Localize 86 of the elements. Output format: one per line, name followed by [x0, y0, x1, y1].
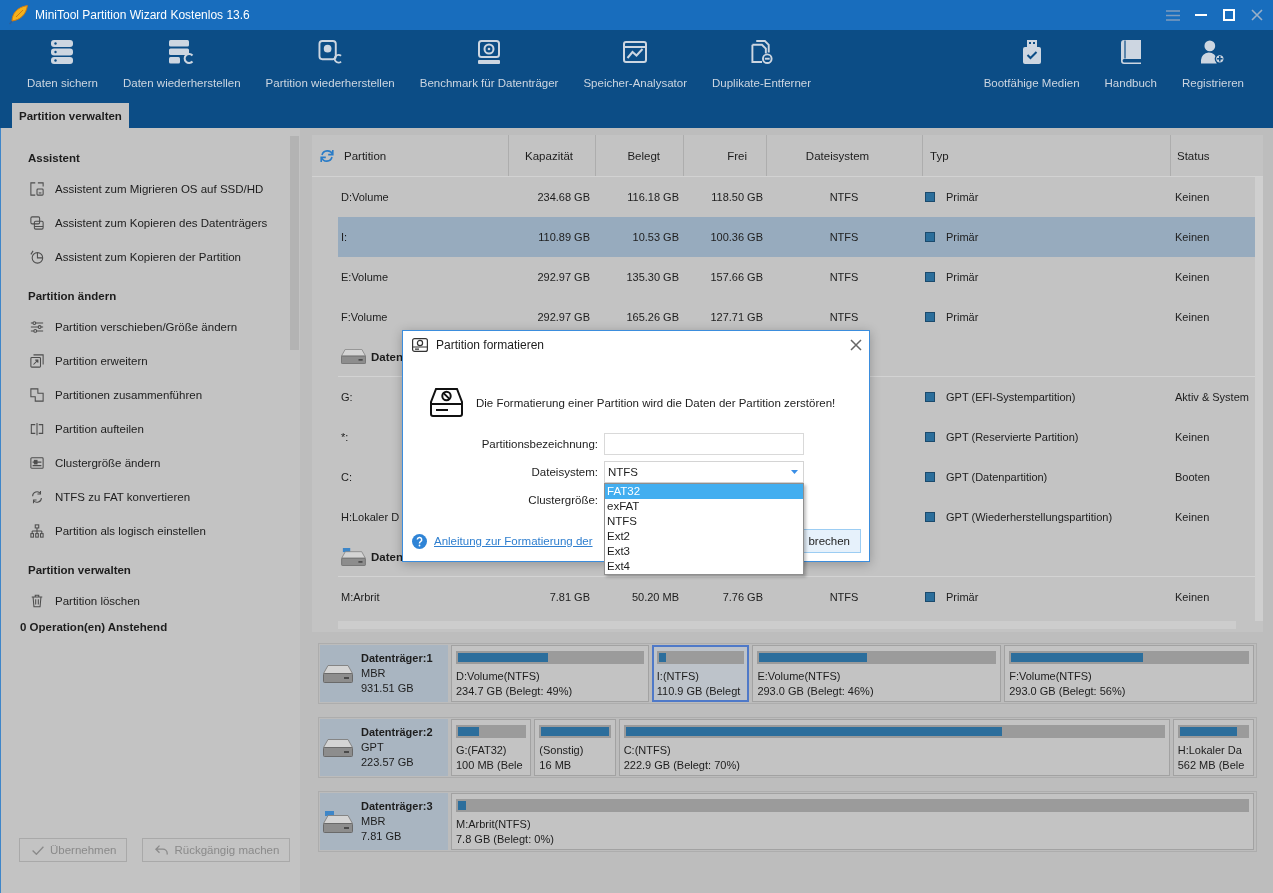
table-cell: 234.68 GB — [537, 191, 590, 203]
disk-size: 7.81 GB — [361, 829, 402, 844]
table-cell: Keinen — [1175, 231, 1210, 243]
partition-label: (Sonstig) — [539, 743, 584, 758]
partition-label: I:(NTFS) — [656, 669, 699, 684]
partition-usage: 562 MB (Bele — [1177, 758, 1245, 773]
field-label: Dateisystem: — [531, 466, 598, 478]
table-cell: 292.97 GB — [537, 311, 590, 323]
table-cell: 50.20 MB — [631, 591, 679, 603]
section-heading: Partition ändern — [28, 290, 117, 302]
partition-usage: 293.0 GB (Belegt: 46%) — [757, 684, 874, 699]
partition-scheme: MBR — [361, 666, 386, 681]
table-cell: GPT (EFI-Systempartition) — [946, 391, 1076, 403]
table-cell: 100.36 GB — [710, 231, 763, 243]
partition-label: C:(NTFS) — [623, 743, 671, 758]
partition-usage: 222.9 GB (Belegt: 70%) — [623, 758, 740, 773]
table-cell: *: — [341, 431, 349, 443]
table-cell: I: — [341, 231, 348, 243]
partition-scheme: GPT — [361, 740, 384, 755]
partition-usage: 234.7 GB (Belegt: 49%) — [456, 684, 573, 699]
table-cell: Keinen — [1175, 431, 1210, 443]
partition-usage: 16 MB — [539, 758, 572, 773]
disk-name: Datenträger:1 — [361, 651, 433, 666]
table-cell: E:Volume — [341, 271, 389, 283]
table-cell: GPT (Wiederherstellungspartition) — [946, 511, 1113, 523]
disk-label: Daten — [371, 550, 403, 563]
table-cell: Primär — [946, 191, 979, 203]
table-cell: G: — [341, 391, 353, 403]
section-heading: Partition verwalten — [28, 564, 131, 576]
table-cell: Keinen — [1175, 191, 1210, 203]
table-cell: F:Volume — [341, 311, 388, 323]
partition-label: F:Volume(NTFS) — [1009, 669, 1092, 684]
partition-label: H:Lokaler Da — [1177, 743, 1242, 758]
table-cell: Primär — [946, 231, 979, 243]
table-cell: NTFS — [829, 271, 859, 283]
field-label: Clustergröße: — [528, 494, 598, 506]
table-cell: 7.76 GB — [722, 591, 763, 603]
table-cell: 135.30 GB — [626, 271, 679, 283]
disk-size: 931.51 GB — [361, 681, 414, 696]
table-cell: Keinen — [1175, 511, 1210, 523]
table-cell: 127.71 GB — [710, 311, 763, 323]
disk-size: 223.57 GB — [361, 755, 414, 770]
table-cell: NTFS — [829, 231, 859, 243]
table-cell: 10.53 GB — [632, 231, 679, 243]
table-cell: 165.26 GB — [626, 311, 679, 323]
table-cell: 110.89 GB — [538, 231, 590, 243]
partition-label: M:Arbrit(NTFS) — [456, 817, 531, 832]
table-cell: C: — [341, 471, 352, 483]
field-label: Partitionsbezeichnung: — [481, 438, 598, 450]
table-cell: Aktiv & System — [1175, 391, 1249, 403]
partition-usage: 7.8 GB (Belegt: 0%) — [456, 832, 554, 847]
table-cell: 292.97 GB — [537, 271, 590, 283]
table-cell: Primär — [946, 271, 979, 283]
table-cell: Booten — [1175, 471, 1210, 483]
table-cell: 157.66 GB — [710, 271, 763, 283]
disk-name: Datenträger:2 — [361, 725, 433, 740]
disk-label: Daten — [371, 350, 403, 363]
table-cell: Primär — [946, 591, 979, 603]
partition-usage: 293.0 GB (Belegt: 56%) — [1009, 684, 1126, 699]
table-cell: NTFS — [829, 311, 859, 323]
table-cell: NTFS — [829, 591, 859, 603]
dialog-title: Partition formatieren — [436, 337, 545, 352]
pending-operations: 0 Operation(en) Anstehend — [20, 621, 168, 633]
table-cell: GPT (Datenpartition) — [946, 471, 1048, 483]
table-cell: Keinen — [1175, 311, 1210, 323]
table-cell: 116.18 GB — [627, 191, 679, 203]
disk-name: Datenträger:3 — [361, 799, 433, 814]
table-cell: M:Arbrit — [341, 591, 380, 603]
table-cell: 118.50 GB — [711, 191, 763, 203]
table-cell: NTFS — [829, 191, 859, 203]
warning-text: Die Formatierung einer Partition wird die Daten der Partition zerstören! — [476, 396, 836, 409]
table-cell: Keinen — [1175, 271, 1210, 283]
window-title: MiniTool Partition Wizard Kostenlos 13.6 — [35, 8, 250, 22]
table-cell: Primär — [946, 311, 979, 323]
partition-scheme: MBR — [361, 814, 386, 829]
table-cell: GPT (Reservierte Partition) — [946, 431, 1079, 443]
section-heading: Assistent — [28, 152, 80, 164]
table-cell: H:Lokaler D — [341, 511, 400, 523]
table-cell: D:Volume — [341, 191, 389, 203]
partition-usage: 100 MB (Bele — [456, 758, 523, 773]
table-cell: 7.81 GB — [549, 591, 590, 603]
table-cell: Keinen — [1175, 591, 1210, 603]
partition-label: D:Volume(NTFS) — [456, 669, 540, 684]
partition-usage: 110.9 GB (Belegt — [656, 684, 741, 699]
partition-label: G:(FAT32) — [456, 743, 507, 758]
partition-label: E:Volume(NTFS) — [757, 669, 841, 684]
